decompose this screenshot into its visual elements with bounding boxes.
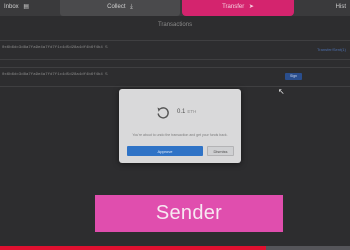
amount-display: 0.1 ETH (177, 109, 196, 115)
tab-collect[interactable]: Collect ⤓ (60, 0, 180, 16)
video-progress-fill (0, 246, 266, 250)
tab-bar: Inbox ▤ Collect ⤓ Transfer ➤ Hist (0, 0, 350, 16)
section-title: Transactions (157, 22, 193, 28)
transaction-address: 0x6b6dc3d8a7fa9e4a7fd7f1c4d5d28a4df4b6f4… (2, 46, 108, 50)
sender-banner-label: Sender (155, 202, 223, 224)
transaction-link[interactable]: Transfer/Sent(1) (317, 47, 346, 52)
tab-collect-label: Collect (107, 4, 126, 10)
approve-button-label: Approve (157, 148, 173, 154)
currency-label: ETH (187, 109, 197, 114)
dismiss-button[interactable]: Dismiss (207, 146, 234, 156)
app-window: Inbox ▤ Collect ⤓ Transfer ➤ Hist Transa… (0, 0, 350, 250)
send-icon: ➤ (248, 4, 254, 10)
amount-value: 0.1 (177, 109, 186, 115)
sign-chip-button[interactable]: Sign (285, 73, 302, 80)
dismiss-button-label: Dismiss (213, 148, 228, 154)
tab-history[interactable]: Hist (300, 0, 350, 16)
transaction-address: 0x6b6dc3d8a7fa9e4a7fd7f1c4d5d28a4df4b6f4… (2, 73, 108, 77)
approve-button[interactable]: Approve (127, 146, 203, 156)
table-row[interactable]: 0x6b6dc3d8a7fa9e4a7fd7f1c4d5d28a4df4b6f4… (0, 67, 350, 87)
sender-banner: Sender (95, 195, 283, 232)
tab-history-label: Hist (335, 4, 346, 10)
inbox-icon: ▤ (23, 4, 30, 10)
tab-inbox-label: Inbox (4, 4, 19, 10)
tab-inbox[interactable]: Inbox ▤ (0, 0, 62, 16)
download-icon: ⤓ (130, 4, 133, 10)
dialog-message: You're about to undo the transaction and… (132, 133, 228, 137)
video-progress-bar[interactable] (0, 246, 350, 250)
tab-transfer-label: Transfer (222, 4, 245, 10)
undo-icon (157, 107, 169, 119)
undo-transaction-dialog: 0.1 ETH You're about to undo the transact… (119, 89, 241, 163)
tab-transfer[interactable]: Transfer ➤ (182, 0, 294, 16)
mouse-cursor-icon: ↖ (278, 87, 285, 96)
table-row[interactable]: 0x6b6dc3d8a7fa9e4a7fd7f1c4d5d28a4df4b6f4… (0, 40, 350, 60)
